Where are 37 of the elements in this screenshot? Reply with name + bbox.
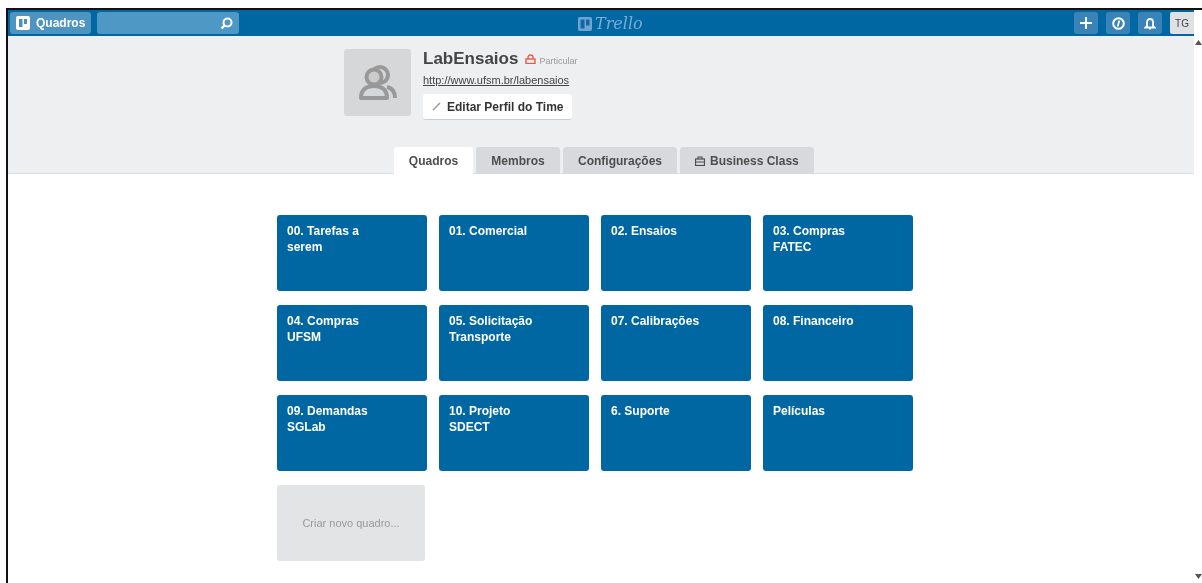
board-tile[interactable]: 03. Compras FATEC <box>763 215 913 291</box>
boards-button[interactable]: Quadros <box>10 12 92 34</box>
board-tile[interactable]: Películas <box>763 395 913 471</box>
board-tile[interactable]: 09. Demandas SGLab <box>277 395 427 471</box>
board-tile[interactable]: 05. Solicitação Transporte <box>439 305 589 381</box>
tab[interactable]: Membros <box>476 147 560 174</box>
board-tile[interactable]: 08. Financeiro <box>763 305 913 381</box>
board-icon <box>16 16 30 30</box>
people-icon <box>357 64 398 101</box>
briefcase-icon <box>695 155 705 166</box>
scroll-up-icon <box>1194 40 1202 45</box>
lock-icon <box>525 54 537 64</box>
bell-icon <box>1144 16 1156 30</box>
info-button[interactable] <box>1106 12 1130 34</box>
scroll-down-icon <box>1194 574 1202 579</box>
search-field[interactable] <box>97 12 240 34</box>
board-tile[interactable]: 04. Compras UFSM <box>277 305 427 381</box>
team-name: LabEnsaios <box>423 49 519 69</box>
board-tile[interactable]: 01. Comercial <box>439 215 589 291</box>
board-tile[interactable]: 6. Suporte <box>601 395 751 471</box>
board-tile[interactable]: 10. Projeto SDECT <box>439 395 589 471</box>
user-avatar[interactable]: TG <box>1170 12 1194 34</box>
notifications-button[interactable] <box>1138 12 1162 34</box>
privacy-label: Particular <box>539 56 578 66</box>
board-tile[interactable]: 02. Ensaios <box>601 215 751 291</box>
board-tile[interactable]: 00. Tarefas a serem <box>277 215 427 291</box>
edit-profile-button[interactable]: Editar Perfil do Time <box>423 94 573 120</box>
search-icon <box>220 16 234 30</box>
tab[interactable]: Quadros <box>394 147 473 174</box>
tab[interactable]: Configurações <box>563 147 677 174</box>
plus-icon <box>1080 17 1092 29</box>
pencil-icon <box>432 102 441 111</box>
website-link[interactable]: http://www.ufsm.br/labensaios <box>423 74 570 86</box>
add-button[interactable] <box>1074 12 1098 34</box>
tab[interactable]: Business Class <box>680 147 814 174</box>
board-tile[interactable]: 07. Calibrações <box>601 305 751 381</box>
info-icon <box>1111 16 1125 30</box>
